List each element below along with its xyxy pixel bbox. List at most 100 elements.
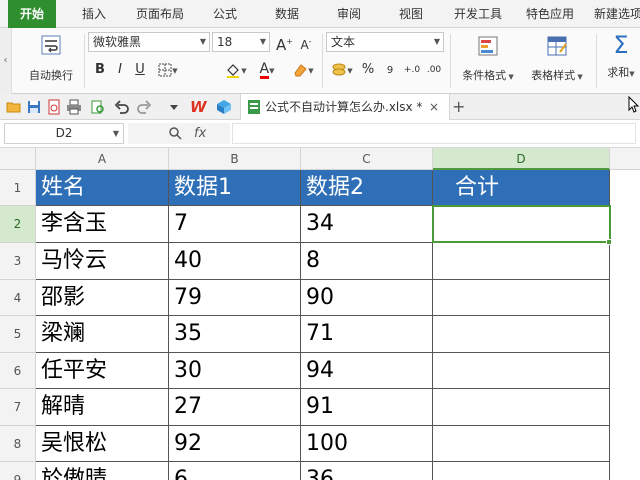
cell-d7[interactable] [433,389,610,426]
tab-review[interactable]: 审阅 [324,0,374,28]
print-preview-icon[interactable] [90,99,106,115]
grow-font-button[interactable]: A+ [276,32,293,54]
font-color-button[interactable]: A▼ [252,60,282,80]
tab-insert[interactable]: 插入 [66,0,122,28]
export-pdf-icon[interactable] [46,99,62,115]
cell-b3[interactable]: 40 [169,243,301,280]
wrap-text-button[interactable]: 自动换行 [20,34,82,83]
italic-button[interactable]: I [112,60,128,80]
font-size-select[interactable]: 18 ▼ [212,32,270,52]
row-header-4[interactable]: 4 [0,280,36,316]
comma-style-button[interactable]: 9 [382,60,398,80]
header-cell-total[interactable]: 合计 [433,170,610,206]
bold-button[interactable]: B [92,60,108,80]
cell-d5[interactable] [433,316,610,353]
redo-icon[interactable] [136,99,152,115]
zoom-search-icon[interactable] [168,126,182,140]
tab-developer[interactable]: 开发工具 [446,0,510,28]
tab-special-apps[interactable]: 特色应用 [518,0,582,28]
cell-b6[interactable]: 30 [169,353,301,389]
column-header-empty[interactable] [610,148,640,170]
underline-button[interactable]: U [132,60,148,80]
row-header-5[interactable]: 5 [0,316,36,353]
cell-d9[interactable] [433,462,610,480]
cell-d6[interactable] [433,353,610,389]
cell-c6[interactable]: 94 [301,353,433,389]
tab-data[interactable]: 数据 [262,0,312,28]
customize-toolbar-icon[interactable] [166,99,182,115]
open-folder-icon[interactable] [6,99,22,115]
cell-c2[interactable]: 34 [301,206,433,243]
font-name-select[interactable]: 微软雅黑 ▼ [88,32,210,52]
cell-d8[interactable] [433,426,610,462]
header-cell-data2[interactable]: 数据2 [301,170,433,206]
increase-decimal-button[interactable]: +.0 [402,60,422,80]
tab-new-options[interactable]: 新建选项 [588,0,640,28]
column-header-d[interactable]: D [433,148,610,170]
cell-c9[interactable]: 36 [301,462,433,480]
clear-format-button[interactable]: ▼ [288,60,318,80]
cell-a2[interactable]: 李含玉 [36,206,169,243]
conditional-format-button[interactable]: 条件格式 ▼ [456,34,520,83]
cell-a6[interactable]: 任平安 [36,353,169,389]
autosum-button[interactable]: Σ 求和▼ [602,32,640,80]
row-header-1[interactable]: 1 [0,170,36,206]
cell-c5[interactable]: 71 [301,316,433,353]
header-cell-name[interactable]: 姓名 [36,170,169,206]
header-cell-data1[interactable]: 数据1 [169,170,301,206]
row-header-9[interactable]: 9 [0,462,36,480]
cell-b5[interactable]: 35 [169,316,301,353]
formula-input[interactable] [232,123,636,144]
tab-home[interactable]: 开始 [8,0,56,28]
fill-color-button[interactable]: ▼ [222,60,250,80]
cell-a7[interactable]: 解晴 [36,389,169,426]
row-header-7[interactable]: 7 [0,389,36,426]
insert-function-button[interactable]: fx [194,123,206,144]
close-tab-icon[interactable]: × [429,94,439,120]
new-tab-button[interactable]: + [452,94,465,120]
cell-c8[interactable]: 100 [301,426,433,462]
cell-a3[interactable]: 马怜云 [36,243,169,280]
ribbon-scroll-left-button[interactable]: ‹ [0,28,12,94]
cloud-cube-icon[interactable] [216,99,232,115]
cell-a9[interactable]: 於傲晴 [36,462,169,480]
shrink-font-button[interactable]: A- [298,32,314,52]
row-header-3[interactable]: 3 [0,243,36,280]
table-style-button[interactable]: 表格样式 ▼ [524,34,590,83]
print-icon[interactable] [66,99,82,115]
cell-b9[interactable]: 6 [169,462,301,480]
borders-button[interactable]: ▼ [154,60,182,80]
tab-view[interactable]: 视图 [386,0,436,28]
column-header-c[interactable]: C [301,148,433,170]
cell-d4[interactable] [433,280,610,316]
wps-logo-icon[interactable]: W [190,98,208,116]
cell-c4[interactable]: 90 [301,280,433,316]
tab-page-layout[interactable]: 页面布局 [128,0,192,28]
document-tab[interactable]: 公式不自动计算怎么办.xlsx * × [240,94,450,120]
save-icon[interactable] [26,99,42,115]
cell-a4[interactable]: 邵影 [36,280,169,316]
cell-d3[interactable] [433,243,610,280]
cell-c3[interactable]: 8 [301,243,433,280]
tab-formulas[interactable]: 公式 [200,0,250,28]
decrease-decimal-button[interactable]: .00 [424,60,444,80]
cell-a5[interactable]: 梁斓 [36,316,169,353]
column-header-b[interactable]: B [169,148,301,170]
name-box[interactable]: D2 ▼ [4,123,124,144]
cell-b7[interactable]: 27 [169,389,301,426]
cell-c7[interactable]: 91 [301,389,433,426]
cell-b8[interactable]: 92 [169,426,301,462]
row-header-8[interactable]: 8 [0,426,36,462]
row-header-6[interactable]: 6 [0,353,36,389]
row-header-2[interactable]: 2 [0,206,36,243]
fill-handle[interactable] [606,239,612,245]
cell-b2[interactable]: 7 [169,206,301,243]
undo-icon[interactable] [114,99,130,115]
currency-format-button[interactable]: ▼ [328,60,356,80]
select-all-corner[interactable] [0,148,36,170]
number-format-select[interactable]: 文本 ▼ [326,32,444,52]
cell-a8[interactable]: 吴恨松 [36,426,169,462]
percent-button[interactable]: % [360,60,376,80]
cell-b4[interactable]: 79 [169,280,301,316]
column-header-a[interactable]: A [36,148,169,170]
